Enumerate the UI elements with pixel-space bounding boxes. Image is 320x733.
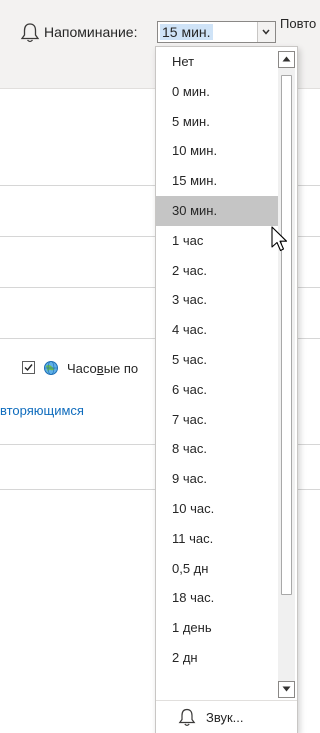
scrollbar[interactable] xyxy=(278,51,295,698)
dropdown-option[interactable]: 3 час. xyxy=(156,285,278,315)
dropdown-option[interactable]: 6 час. xyxy=(156,375,278,405)
dropdown-option[interactable]: 9 час. xyxy=(156,464,278,494)
scroll-down-button[interactable] xyxy=(278,681,295,698)
mouse-pointer-icon xyxy=(271,226,291,256)
dropdown-option[interactable]: Нет xyxy=(156,47,278,77)
dropdown-option[interactable]: 10 мин. xyxy=(156,136,278,166)
dropdown-option[interactable]: 11 час. xyxy=(156,524,278,554)
arrow-up-icon xyxy=(282,56,291,62)
timezone-checkbox[interactable] xyxy=(22,361,35,374)
reminder-select[interactable]: 15 мин. xyxy=(157,21,276,43)
scrollbar-thumb[interactable] xyxy=(281,75,292,595)
options-list: Нет 0 мин. 5 мин. 10 мин. 15 мин. 30 мин. 1 ча… xyxy=(156,47,278,700)
dropdown-option[interactable]: 0,5 дн xyxy=(156,554,278,584)
dropdown-option[interactable]: 8 час. xyxy=(156,434,278,464)
reminder-value[interactable]: 15 мин. xyxy=(160,24,213,40)
scroll-up-button[interactable] xyxy=(278,51,295,68)
dropdown-option[interactable]: 2 дн xyxy=(156,643,278,673)
dropdown-option[interactable]: 0 мин. xyxy=(156,77,278,107)
dropdown-toggle-button[interactable] xyxy=(257,22,275,42)
globe-icon xyxy=(43,360,59,376)
dropdown-option[interactable]: 10 час. xyxy=(156,494,278,524)
dropdown-option[interactable]: 5 час. xyxy=(156,345,278,375)
dropdown-option[interactable]: 1 час xyxy=(156,226,278,256)
dropdown-option[interactable]: 7 час. xyxy=(156,405,278,435)
dropdown-option[interactable]: 30 мин. xyxy=(156,195,278,226)
dropdown-option[interactable]: 5 мин. xyxy=(156,107,278,137)
dropdown-option[interactable]: 4 час. xyxy=(156,315,278,345)
bell-icon xyxy=(20,22,40,44)
chevron-down-icon xyxy=(262,29,270,35)
dropdown-option[interactable]: 18 час. xyxy=(156,583,278,613)
timezone-label[interactable]: Часовые по xyxy=(67,361,138,376)
sound-label: Звук... xyxy=(206,710,244,725)
recurring-link[interactable]: вторяющимся xyxy=(0,403,84,418)
check-icon xyxy=(24,364,33,372)
bell-icon xyxy=(178,708,196,728)
sound-option[interactable]: Звук... xyxy=(156,700,297,733)
dropdown-option[interactable]: 1 день xyxy=(156,613,278,643)
repeat-label[interactable]: Повто xyxy=(280,16,316,31)
dropdown-option[interactable]: 2 час. xyxy=(156,256,278,286)
dropdown-option[interactable]: 15 мин. xyxy=(156,166,278,196)
reminder-dropdown-list[interactable]: Нет 0 мин. 5 мин. 10 мин. 15 мин. 30 мин. 1 ча… xyxy=(155,46,298,733)
reminder-label: Напоминание: xyxy=(44,24,138,40)
arrow-down-icon xyxy=(282,686,291,692)
